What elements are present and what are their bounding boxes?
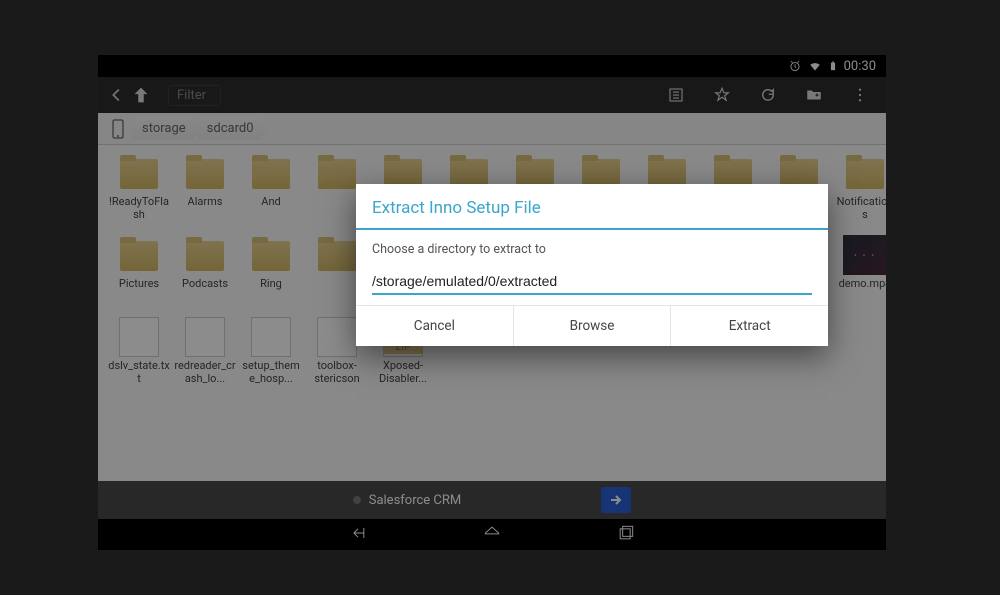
extract-dialog: Extract Inno Setup File Choose a directo… xyxy=(356,184,828,346)
extract-path-input[interactable] xyxy=(372,267,812,295)
extract-button[interactable]: Extract xyxy=(671,306,828,346)
dialog-title: Extract Inno Setup File xyxy=(356,184,828,230)
cancel-button[interactable]: Cancel xyxy=(356,306,514,346)
dialog-prompt: Choose a directory to extract to xyxy=(372,242,812,257)
browse-button[interactable]: Browse xyxy=(514,306,672,346)
